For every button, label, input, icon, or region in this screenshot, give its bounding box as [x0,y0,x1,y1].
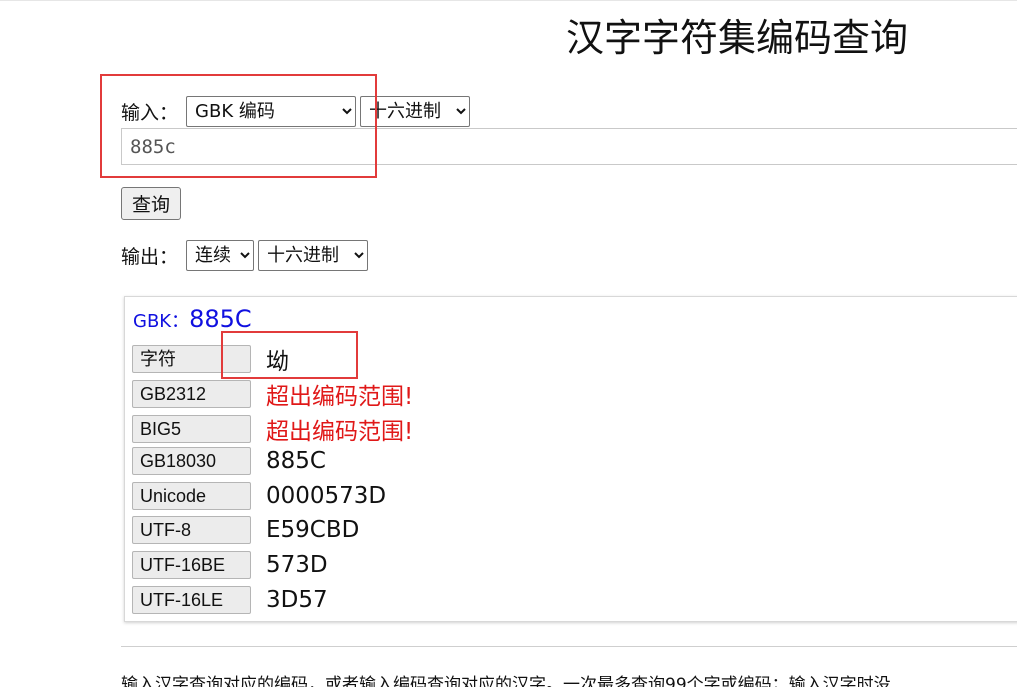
result-panel: GBK：885C 字符 坳 GB2312 超出编码范围! BIG5 超出编码范围… [124,296,1017,622]
utf16be-value: 573D [266,552,328,578]
input-radix-select[interactable]: 十六进制 [360,96,471,127]
gb2312-tag-button[interactable]: GB2312 [132,380,251,408]
utf16le-tag-button[interactable]: UTF-16LE [132,586,251,614]
help-text: 输入汉字查询对应的编码，或者输入编码查询对应的汉字。一次最多查询99个字或编码；… [121,675,891,687]
char-value: 坳 [266,349,289,375]
top-divider [0,0,1017,1]
result-row-gb18030: GB18030 885C [132,447,326,475]
big5-tag-button[interactable]: BIG5 [132,415,251,443]
gbk-result-value: 885C [189,305,252,333]
page-title: 汉字字符集编码查询 [566,16,909,60]
page: 汉字字符集编码查询 输入： GBK 编码 十六进制 查询 输出： 连续 十六进制… [0,0,1017,687]
result-row-utf8: UTF-8 E59CBD [132,516,359,544]
result-row-unicode: Unicode 0000573D [132,482,386,510]
output-mode-select[interactable]: 连续 [186,240,255,271]
input-label: 输入： [121,102,179,124]
result-row-char: 字符 坳 [132,342,289,376]
utf8-value: E59CBD [266,517,360,543]
input-encoding-select[interactable]: GBK 编码 [186,96,357,127]
unicode-tag-button[interactable]: Unicode [132,482,251,510]
big5-value: 超出编码范围! [266,419,414,445]
unicode-value: 0000573D [266,483,387,509]
code-input[interactable] [121,128,1017,165]
result-row-gb2312: GB2312 超出编码范围! [132,377,413,411]
gbk-result-label: GBK： [133,311,190,332]
output-radix-select[interactable]: 十六进制 [258,240,369,271]
section-divider [121,646,1017,647]
result-row-utf16be: UTF-16BE 573D [132,551,328,579]
gbk-result-line: GBK：885C [133,305,252,333]
utf16le-value: 3D57 [266,587,328,613]
utf8-tag-button[interactable]: UTF-8 [132,516,251,544]
output-row: 输出： 连续 十六进制 [121,240,372,271]
output-label: 输出： [121,246,179,268]
result-row-big5: BIG5 超出编码范围! [132,412,413,446]
char-tag-button[interactable]: 字符 [132,345,251,373]
utf16be-tag-button[interactable]: UTF-16BE [132,551,251,579]
query-button[interactable]: 查询 [121,187,181,220]
gb18030-value: 885C [266,448,326,474]
gb2312-value: 超出编码范围! [266,384,414,410]
input-row: 输入： GBK 编码 十六进制 [121,96,474,127]
gb18030-tag-button[interactable]: GB18030 [132,447,251,475]
result-row-utf16le: UTF-16LE 3D57 [132,586,328,614]
